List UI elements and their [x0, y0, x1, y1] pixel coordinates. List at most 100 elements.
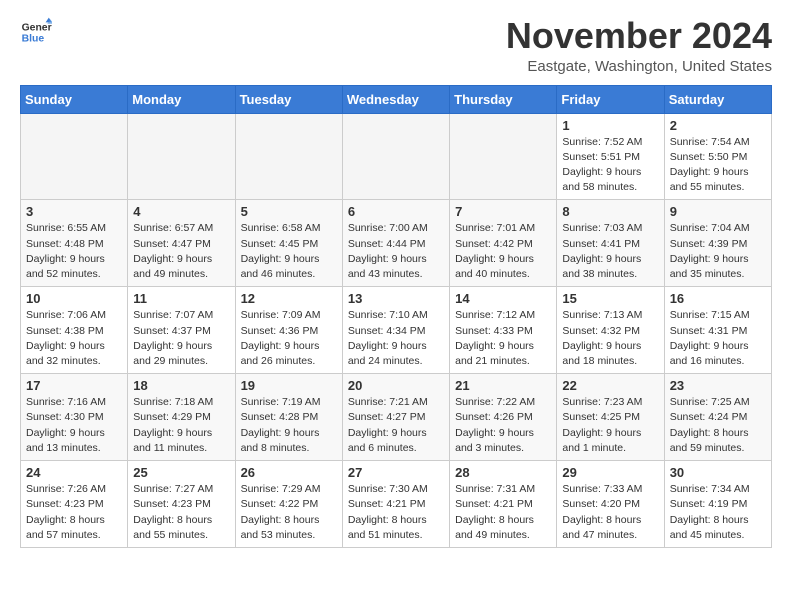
page-header: General Blue November 2024 Eastgate, Was…	[20, 16, 772, 75]
day-detail: Sunrise: 7:07 AMSunset: 4:37 PMDaylight:…	[133, 308, 229, 369]
day-detail: Sunrise: 7:33 AMSunset: 4:20 PMDaylight:…	[562, 482, 658, 543]
day-number: 18	[133, 378, 229, 393]
day-number: 19	[241, 378, 337, 393]
day-number: 2	[670, 118, 766, 133]
calendar-cell: 14 Sunrise: 7:12 AMSunset: 4:33 PMDayligh…	[450, 287, 557, 374]
calendar-cell: 19 Sunrise: 7:19 AMSunset: 4:28 PMDayligh…	[235, 374, 342, 461]
location-subtitle: Eastgate, Washington, United States	[506, 58, 772, 75]
calendar-header: Sunday Monday Tuesday Wednesday Thursday…	[21, 85, 772, 113]
day-number: 13	[348, 291, 444, 306]
day-detail: Sunrise: 7:52 AMSunset: 5:51 PMDaylight:…	[562, 135, 658, 196]
calendar-cell: 22 Sunrise: 7:23 AMSunset: 4:25 PMDayligh…	[557, 374, 664, 461]
day-number: 12	[241, 291, 337, 306]
calendar-cell	[450, 113, 557, 200]
calendar-cell: 11 Sunrise: 7:07 AMSunset: 4:37 PMDayligh…	[128, 287, 235, 374]
day-number: 7	[455, 204, 551, 219]
day-number: 4	[133, 204, 229, 219]
day-detail: Sunrise: 7:26 AMSunset: 4:23 PMDaylight:…	[26, 482, 122, 543]
day-number: 30	[670, 465, 766, 480]
calendar-cell	[128, 113, 235, 200]
calendar-cell	[342, 113, 449, 200]
day-number: 14	[455, 291, 551, 306]
svg-text:General: General	[22, 22, 52, 33]
day-detail: Sunrise: 7:21 AMSunset: 4:27 PMDaylight:…	[348, 395, 444, 456]
day-number: 3	[26, 204, 122, 219]
calendar-cell: 29 Sunrise: 7:33 AMSunset: 4:20 PMDayligh…	[557, 461, 664, 548]
month-title: November 2024	[506, 16, 772, 56]
day-detail: Sunrise: 7:27 AMSunset: 4:23 PMDaylight:…	[133, 482, 229, 543]
day-detail: Sunrise: 7:13 AMSunset: 4:32 PMDaylight:…	[562, 308, 658, 369]
day-number: 5	[241, 204, 337, 219]
day-number: 16	[670, 291, 766, 306]
calendar-cell	[21, 113, 128, 200]
calendar-week-2: 3 Sunrise: 6:55 AMSunset: 4:48 PMDaylight…	[21, 200, 772, 287]
day-number: 24	[26, 465, 122, 480]
day-detail: Sunrise: 7:10 AMSunset: 4:34 PMDaylight:…	[348, 308, 444, 369]
calendar-cell: 2 Sunrise: 7:54 AMSunset: 5:50 PMDaylight…	[664, 113, 771, 200]
calendar-cell: 4 Sunrise: 6:57 AMSunset: 4:47 PMDaylight…	[128, 200, 235, 287]
logo-icon: General Blue	[20, 16, 52, 48]
day-detail: Sunrise: 7:29 AMSunset: 4:22 PMDaylight:…	[241, 482, 337, 543]
day-number: 21	[455, 378, 551, 393]
day-detail: Sunrise: 7:30 AMSunset: 4:21 PMDaylight:…	[348, 482, 444, 543]
day-number: 29	[562, 465, 658, 480]
day-detail: Sunrise: 7:06 AMSunset: 4:38 PMDaylight:…	[26, 308, 122, 369]
svg-text:Blue: Blue	[22, 34, 45, 45]
day-detail: Sunrise: 7:03 AMSunset: 4:41 PMDaylight:…	[562, 221, 658, 282]
calendar-cell: 30 Sunrise: 7:34 AMSunset: 4:19 PMDayligh…	[664, 461, 771, 548]
day-number: 9	[670, 204, 766, 219]
calendar-cell: 25 Sunrise: 7:27 AMSunset: 4:23 PMDayligh…	[128, 461, 235, 548]
day-detail: Sunrise: 6:57 AMSunset: 4:47 PMDaylight:…	[133, 221, 229, 282]
calendar-cell: 9 Sunrise: 7:04 AMSunset: 4:39 PMDaylight…	[664, 200, 771, 287]
calendar-cell: 23Sunrise: 7:25 AMSunset: 4:24 PMDayligh…	[664, 374, 771, 461]
col-wednesday: Wednesday	[342, 85, 449, 113]
day-detail: Sunrise: 7:25 AMSunset: 4:24 PMDaylight:…	[670, 395, 766, 456]
day-detail: Sunrise: 6:55 AMSunset: 4:48 PMDaylight:…	[26, 221, 122, 282]
calendar-cell: 3 Sunrise: 6:55 AMSunset: 4:48 PMDaylight…	[21, 200, 128, 287]
calendar-cell: 10 Sunrise: 7:06 AMSunset: 4:38 PMDayligh…	[21, 287, 128, 374]
day-detail: Sunrise: 7:23 AMSunset: 4:25 PMDaylight:…	[562, 395, 658, 456]
logo: General Blue	[20, 16, 52, 48]
col-tuesday: Tuesday	[235, 85, 342, 113]
day-detail: Sunrise: 7:54 AMSunset: 5:50 PMDaylight:…	[670, 135, 766, 196]
calendar-week-1: 1 Sunrise: 7:52 AMSunset: 5:51 PMDaylight…	[21, 113, 772, 200]
day-detail: Sunrise: 7:15 AMSunset: 4:31 PMDaylight:…	[670, 308, 766, 369]
calendar-cell: 16 Sunrise: 7:15 AMSunset: 4:31 PMDayligh…	[664, 287, 771, 374]
day-detail: Sunrise: 7:16 AMSunset: 4:30 PMDaylight:…	[26, 395, 122, 456]
day-number: 20	[348, 378, 444, 393]
day-number: 10	[26, 291, 122, 306]
day-detail: Sunrise: 7:04 AMSunset: 4:39 PMDaylight:…	[670, 221, 766, 282]
calendar-cell	[235, 113, 342, 200]
day-number: 27	[348, 465, 444, 480]
calendar-cell: 1 Sunrise: 7:52 AMSunset: 5:51 PMDaylight…	[557, 113, 664, 200]
calendar-cell: 27 Sunrise: 7:30 AMSunset: 4:21 PMDayligh…	[342, 461, 449, 548]
day-number: 22	[562, 378, 658, 393]
day-number: 1	[562, 118, 658, 133]
calendar-cell: 21 Sunrise: 7:22 AMSunset: 4:26 PMDayligh…	[450, 374, 557, 461]
day-detail: Sunrise: 7:01 AMSunset: 4:42 PMDaylight:…	[455, 221, 551, 282]
calendar-cell: 18 Sunrise: 7:18 AMSunset: 4:29 PMDayligh…	[128, 374, 235, 461]
calendar-week-5: 24 Sunrise: 7:26 AMSunset: 4:23 PMDayligh…	[21, 461, 772, 548]
day-number: 6	[348, 204, 444, 219]
day-detail: Sunrise: 7:22 AMSunset: 4:26 PMDaylight:…	[455, 395, 551, 456]
day-number: 25	[133, 465, 229, 480]
calendar-cell: 24 Sunrise: 7:26 AMSunset: 4:23 PMDayligh…	[21, 461, 128, 548]
calendar-cell: 17Sunrise: 7:16 AMSunset: 4:30 PMDayligh…	[21, 374, 128, 461]
calendar-cell: 15 Sunrise: 7:13 AMSunset: 4:32 PMDayligh…	[557, 287, 664, 374]
day-detail: Sunrise: 7:31 AMSunset: 4:21 PMDaylight:…	[455, 482, 551, 543]
day-detail: Sunrise: 6:58 AMSunset: 4:45 PMDaylight:…	[241, 221, 337, 282]
calendar-cell: 6 Sunrise: 7:00 AMSunset: 4:44 PMDaylight…	[342, 200, 449, 287]
col-saturday: Saturday	[664, 85, 771, 113]
day-detail: Sunrise: 7:34 AMSunset: 4:19 PMDaylight:…	[670, 482, 766, 543]
calendar-cell: 5 Sunrise: 6:58 AMSunset: 4:45 PMDaylight…	[235, 200, 342, 287]
calendar-week-4: 17Sunrise: 7:16 AMSunset: 4:30 PMDayligh…	[21, 374, 772, 461]
day-detail: Sunrise: 7:00 AMSunset: 4:44 PMDaylight:…	[348, 221, 444, 282]
day-number: 11	[133, 291, 229, 306]
day-number: 28	[455, 465, 551, 480]
col-sunday: Sunday	[21, 85, 128, 113]
col-friday: Friday	[557, 85, 664, 113]
day-detail: Sunrise: 7:12 AMSunset: 4:33 PMDaylight:…	[455, 308, 551, 369]
day-number: 15	[562, 291, 658, 306]
day-detail: Sunrise: 7:19 AMSunset: 4:28 PMDaylight:…	[241, 395, 337, 456]
day-detail: Sunrise: 7:18 AMSunset: 4:29 PMDaylight:…	[133, 395, 229, 456]
